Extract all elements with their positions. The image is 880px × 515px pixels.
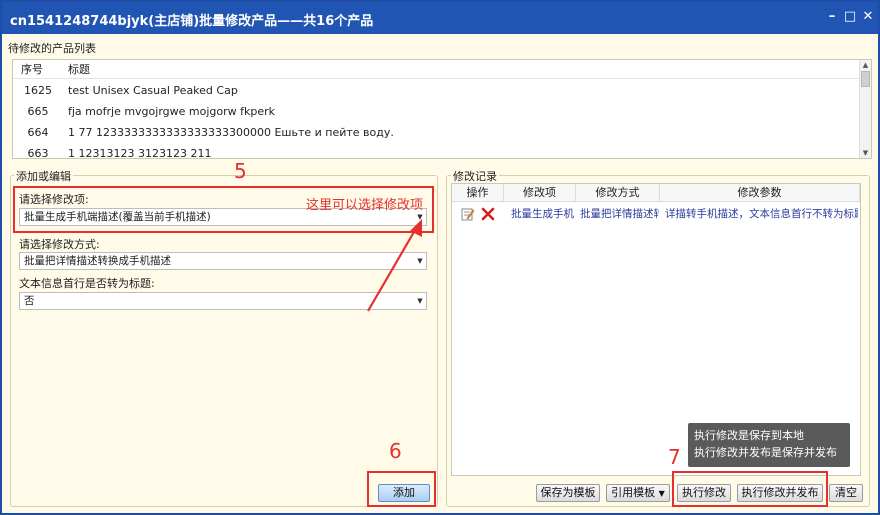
row-item: 批量生成手机 xyxy=(511,208,574,220)
first-line-label: 文本信息首行是否转为标题: xyxy=(19,277,155,290)
use-template-button[interactable]: 引用模板 ▼ xyxy=(606,484,670,502)
annotation-note: 这里可以选择修改项 xyxy=(306,198,424,213)
product-list[interactable]: 序号 标题 1625 test Unisex Casual Peaked Cap… xyxy=(12,59,872,159)
column-header-no[interactable]: 序号 xyxy=(21,60,66,79)
table-row[interactable]: 663 1 12313123 3123123 211 xyxy=(13,143,861,159)
table-row[interactable]: 665 fja mofrje mvgojrgwe mojgorw fkperk xyxy=(13,101,861,122)
row-no: 663 xyxy=(27,147,49,159)
annotation-number-7: 7 xyxy=(668,445,681,469)
column-header-title[interactable]: 标题 xyxy=(68,60,90,79)
product-list-header: 序号 标题 xyxy=(13,60,861,79)
table-row[interactable]: 1625 test Unisex Casual Peaked Cap xyxy=(13,80,861,101)
row-title: test Unisex Casual Peaked Cap xyxy=(68,84,238,97)
scroll-up-icon[interactable]: ▲ xyxy=(860,60,871,70)
tooltip-line-1: 执行修改是保存到本地 xyxy=(694,429,804,442)
window-title: cn1541248744bjyk(主店铺)批量修改产品——共16个产品 xyxy=(10,14,374,29)
annotation-box-7 xyxy=(672,471,828,507)
save-template-button[interactable]: 保存为模板 xyxy=(536,484,600,502)
annotation-number-6: 6 xyxy=(389,439,402,463)
annotation-arrow xyxy=(367,219,422,312)
delete-icon[interactable] xyxy=(481,205,497,223)
row-mode: 批量把详情描述转 xyxy=(580,208,659,220)
row-params: 详描转手机描述，文本信息首行不转为标题 xyxy=(665,208,858,220)
row-title: 1 12313123 3123123 211 xyxy=(68,147,212,159)
row-title: 1 77 1233333333333333333300000 Ешьте и п… xyxy=(68,126,394,139)
execute-tooltip: 执行修改是保存到本地 执行修改并发布是保存并发布 xyxy=(688,423,850,467)
row-no: 664 xyxy=(27,126,49,139)
scroll-down-icon[interactable]: ▼ xyxy=(860,148,871,158)
first-line-select-value: 否 xyxy=(24,295,35,307)
chevron-down-icon: ▼ xyxy=(658,489,665,498)
column-header-params: 修改参数 xyxy=(660,184,860,202)
log-group-title: 修改记录 xyxy=(451,168,499,184)
maximize-icon[interactable]: □ xyxy=(842,9,858,25)
mode-label: 请选择修改方式: xyxy=(19,238,100,251)
edit-icon[interactable] xyxy=(461,205,477,223)
column-header-mode: 修改方式 xyxy=(576,184,660,202)
close-icon[interactable]: ✕ xyxy=(860,9,876,25)
edit-group-title: 添加或编辑 xyxy=(14,168,73,184)
scroll-thumb[interactable] xyxy=(861,71,870,87)
product-list-scrollbar[interactable]: ▲ ▼ xyxy=(859,60,871,158)
clear-button[interactable]: 清空 xyxy=(829,484,863,502)
tooltip-line-2: 执行修改并发布是保存并发布 xyxy=(694,446,837,459)
annotation-box-6 xyxy=(367,471,436,507)
column-header-op: 操作 xyxy=(452,184,504,202)
minimize-icon[interactable]: – xyxy=(824,9,840,25)
annotation-number-5: 5 xyxy=(234,159,247,183)
table-row[interactable]: 664 1 77 1233333333333333333300000 Ешьте… xyxy=(13,122,861,143)
batch-edit-window: cn1541248744bjyk(主店铺)批量修改产品——共16个产品 – □ … xyxy=(0,0,880,515)
mode-select-value: 批量把详情描述转换成手机描述 xyxy=(24,255,171,267)
use-template-label: 引用模板 xyxy=(611,486,656,499)
column-header-item: 修改项 xyxy=(504,184,576,202)
product-list-label: 待修改的产品列表 xyxy=(8,42,96,55)
row-title: fja mofrje mvgojrgwe mojgorw fkperk xyxy=(68,105,276,118)
title-bar: cn1541248744bjyk(主店铺)批量修改产品——共16个产品 – □ … xyxy=(2,2,878,34)
row-no: 665 xyxy=(27,105,49,118)
row-no: 1625 xyxy=(24,84,52,97)
